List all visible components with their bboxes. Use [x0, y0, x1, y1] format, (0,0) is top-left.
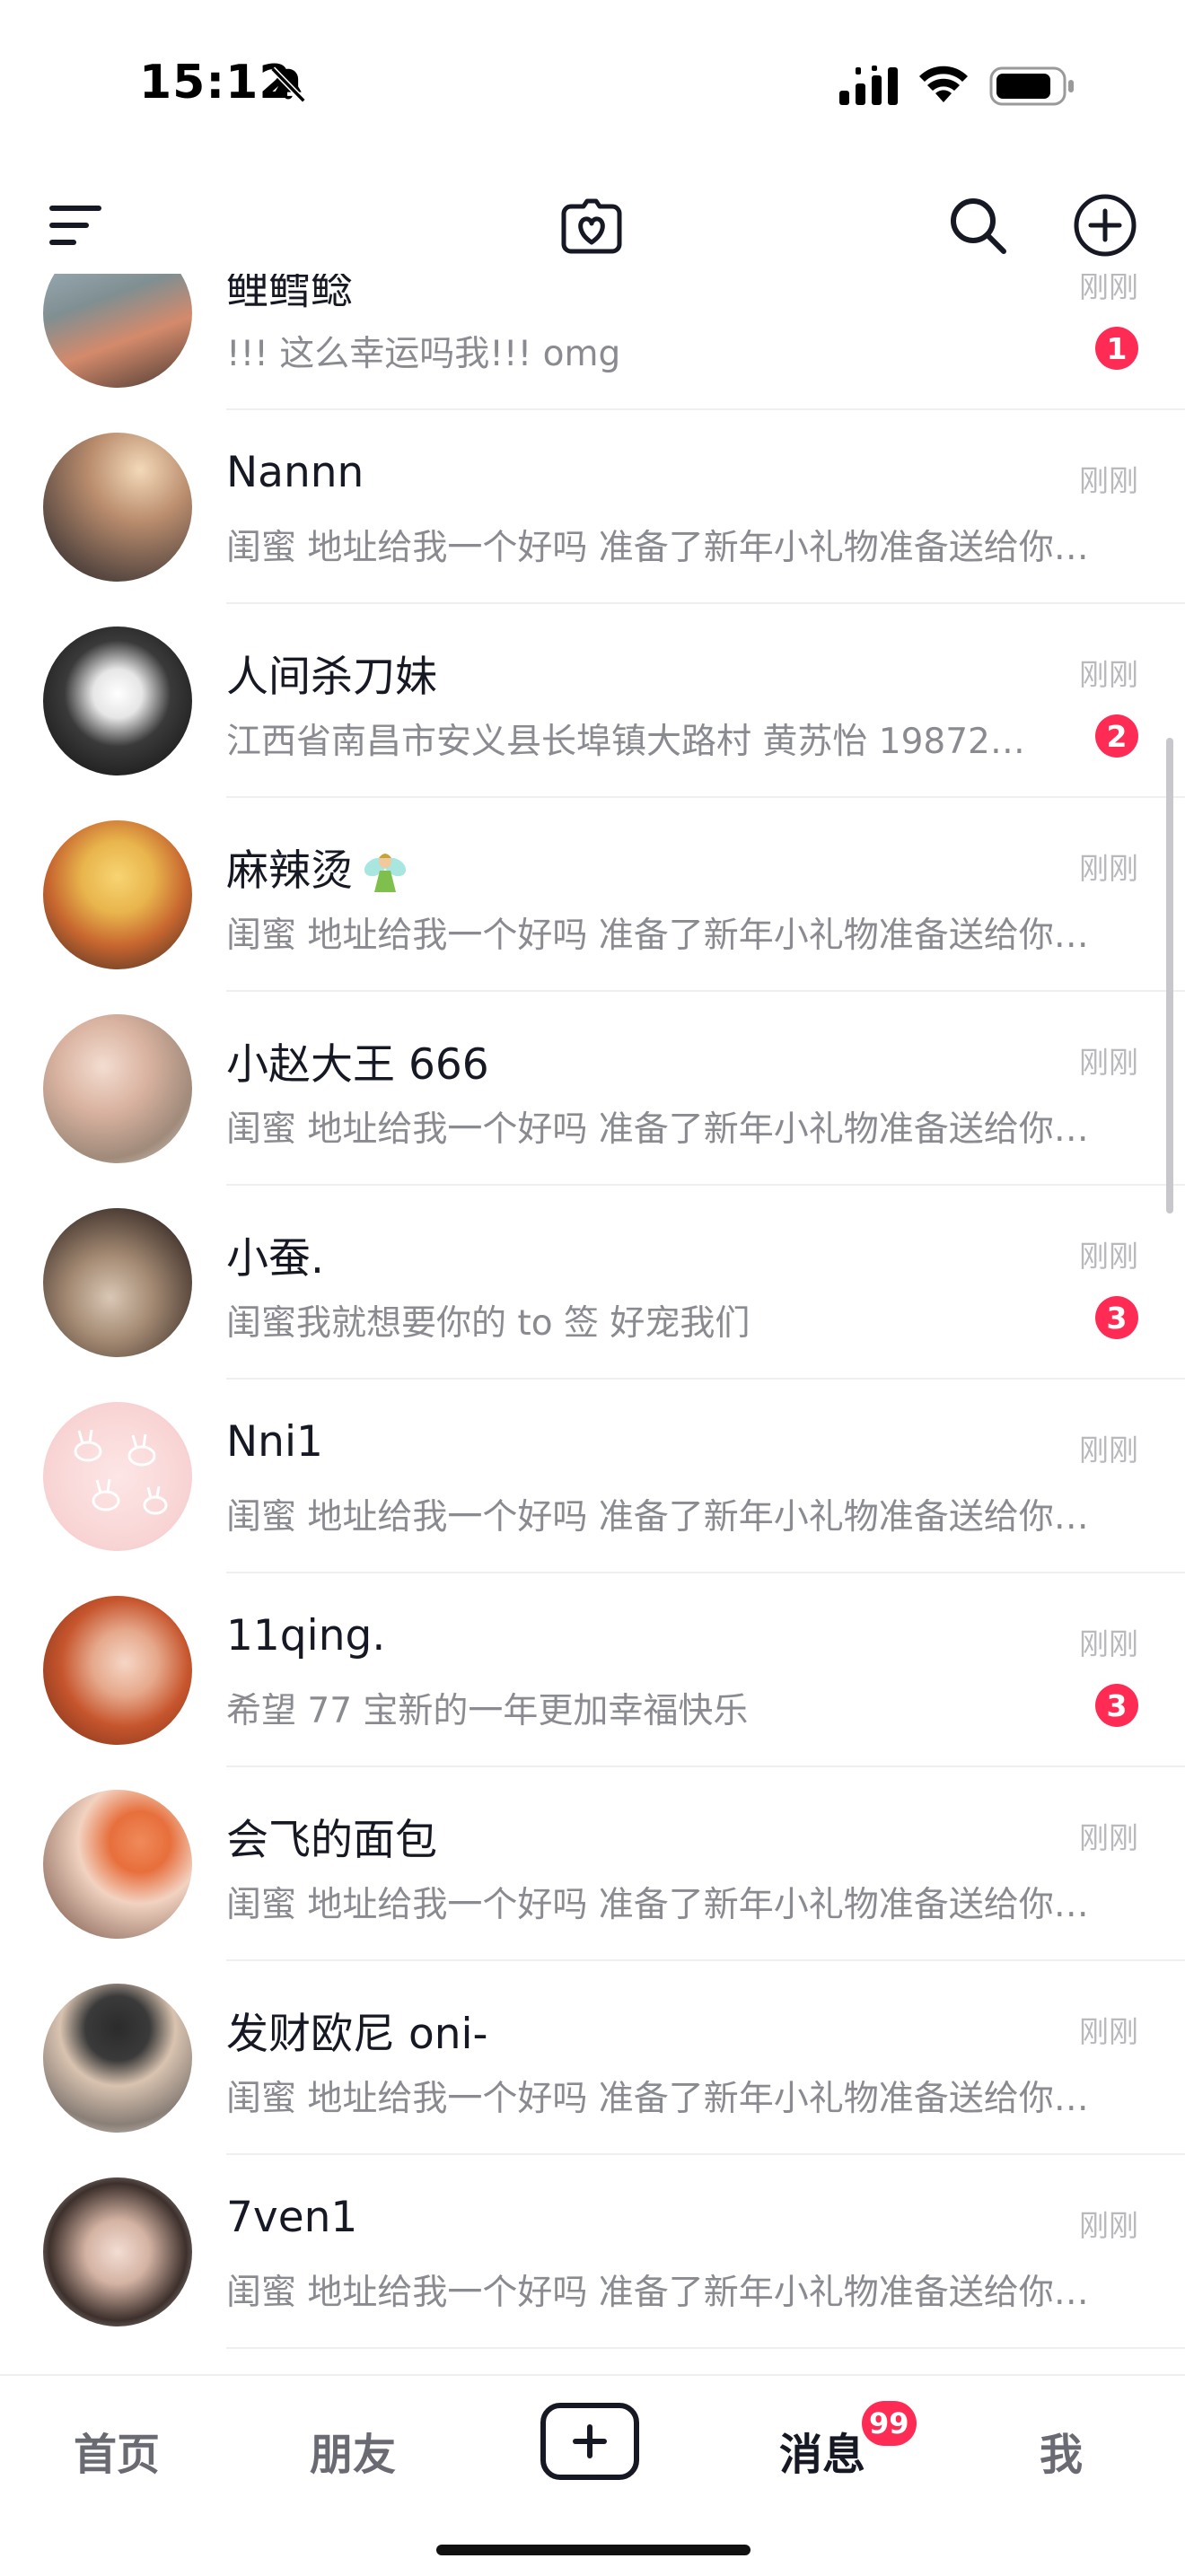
- tab-me[interactable]: 我: [1040, 2419, 1083, 2482]
- heart-frame-icon: [561, 198, 622, 254]
- chat-row[interactable]: 鲤鳕鲶 刚刚 !!! 这么幸运吗我!!! omg 1: [0, 274, 1185, 410]
- message-preview: 希望 77 宝新的一年更加幸福快乐: [226, 1691, 749, 1731]
- chat-row[interactable]: 7ven1 刚刚 闺蜜 地址给我一个好吗 准备了新年小礼物准备送给你…: [0, 2155, 1185, 2349]
- unread-badge: 1: [1095, 327, 1138, 370]
- contact-name-text: 麻辣烫: [226, 846, 353, 896]
- chat-row[interactable]: 小赵大王 666 刚刚 闺蜜 地址给我一个好吗 准备了新年小礼物准备送给你…: [0, 992, 1185, 1186]
- messages-badge: 99: [862, 2401, 917, 2446]
- search-icon: [951, 198, 1006, 254]
- add-button[interactable]: [1070, 190, 1140, 260]
- create-button[interactable]: [540, 2403, 639, 2480]
- message-preview: 闺蜜 地址给我一个好吗 准备了新年小礼物准备送给你…: [226, 528, 1089, 568]
- avatar[interactable]: [43, 1984, 192, 2133]
- avatar[interactable]: [43, 433, 192, 582]
- battery-icon: [989, 66, 1074, 106]
- message-time: 刚刚: [1079, 274, 1138, 304]
- avatar[interactable]: [43, 820, 192, 969]
- contact-name: 7ven1: [226, 2193, 358, 2242]
- plus-icon: [573, 2424, 607, 2458]
- message-preview: 闺蜜 地址给我一个好吗 准备了新年小礼物准备送给你…: [226, 916, 1089, 956]
- chat-row[interactable]: 麻辣烫 刚刚 闺蜜 地址给我一个好吗 准备了新年小礼物准备送给你…: [0, 798, 1185, 992]
- bunny-pattern-icon: [74, 1429, 168, 1515]
- chat-row[interactable]: 人间杀刀妹 刚刚 江西省南昌市安义县长埠镇大路村 黄苏怡 19872… 2: [0, 604, 1185, 798]
- chat-row[interactable]: Nni1 刚刚 闺蜜 地址给我一个好吗 准备了新年小礼物准备送给你…: [0, 1380, 1185, 1573]
- message-list[interactable]: 鲤鳕鲶 刚刚 !!! 这么幸运吗我!!! omg 1 Nannn 刚刚 闺蜜 地…: [0, 274, 1185, 2374]
- chat-row[interactable]: 11qing. 刚刚 希望 77 宝新的一年更加幸福快乐 3: [0, 1573, 1185, 1767]
- wifi-icon: [919, 66, 968, 102]
- message-time: 刚刚: [1079, 463, 1138, 498]
- message-preview: 闺蜜 地址给我一个好吗 准备了新年小礼物准备送给你…: [226, 2273, 1089, 2313]
- message-time: 刚刚: [1079, 1433, 1138, 1468]
- chat-row[interactable]: 会飞的面包 刚刚 闺蜜 地址给我一个好吗 准备了新年小礼物准备送给你…: [0, 1767, 1185, 1961]
- message-preview: 江西省南昌市安义县长埠镇大路村 黄苏怡 19872…: [226, 722, 1025, 762]
- message-time: 刚刚: [1079, 851, 1138, 886]
- chat-row[interactable]: Nannn 刚刚 闺蜜 地址给我一个好吗 准备了新年小礼物准备送给你…: [0, 410, 1185, 604]
- home-indicator[interactable]: [436, 2545, 750, 2555]
- avatar[interactable]: [43, 626, 192, 775]
- message-preview: 闺蜜 地址给我一个好吗 准备了新年小礼物准备送给你…: [226, 2079, 1089, 2119]
- message-preview: 闺蜜 地址给我一个好吗 准备了新年小礼物准备送给你…: [226, 1885, 1089, 1925]
- scrollbar[interactable]: [1166, 738, 1173, 1214]
- search-button[interactable]: [943, 190, 1013, 260]
- message-time: 刚刚: [1079, 1626, 1138, 1661]
- tab-messages[interactable]: 消息: [779, 2419, 865, 2482]
- contact-name: 鲤鳕鲶: [226, 274, 353, 314]
- menu-icon: [49, 206, 101, 245]
- message-preview: 闺蜜 地址给我一个好吗 准备了新年小礼物准备送给你…: [226, 1109, 1089, 1150]
- chat-row[interactable]: 小蚕. 刚刚 闺蜜我就想要你的 to 签 好宠我们 3: [0, 1186, 1185, 1380]
- bell-off-icon: [270, 66, 306, 103]
- message-preview: !!! 这么幸运吗我!!! omg: [226, 334, 621, 374]
- avatar[interactable]: [43, 2177, 192, 2326]
- contact-name: 麻辣烫: [226, 836, 410, 899]
- unread-badge: 3: [1095, 1296, 1138, 1339]
- tab-friends[interactable]: 朋友: [310, 2419, 396, 2482]
- avatar[interactable]: [43, 1208, 192, 1357]
- message-preview: 闺蜜我就想要你的 to 签 好宠我们: [226, 1303, 750, 1344]
- message-time: 刚刚: [1079, 1045, 1138, 1080]
- fairy-icon: [364, 853, 407, 892]
- favorites-button[interactable]: [557, 190, 627, 260]
- divider: [226, 2347, 1185, 2349]
- avatar[interactable]: [43, 1014, 192, 1163]
- avatar[interactable]: [43, 274, 192, 388]
- message-time: 刚刚: [1079, 2014, 1138, 2049]
- contact-name: 发财欧尼 oni-: [226, 2010, 488, 2059]
- contact-name: 小蚕.: [226, 1234, 324, 1284]
- tab-home[interactable]: 首页: [74, 2419, 160, 2482]
- avatar[interactable]: [43, 1596, 192, 1745]
- menu-button[interactable]: [40, 190, 110, 260]
- message-time: 刚刚: [1079, 1239, 1138, 1274]
- avatar[interactable]: [43, 1402, 192, 1551]
- avatar[interactable]: [43, 1790, 192, 1939]
- contact-name: 小赵大王 666: [226, 1040, 489, 1090]
- message-preview: 闺蜜 地址给我一个好吗 准备了新年小礼物准备送给你…: [226, 1497, 1089, 1538]
- contact-name: 11qing.: [226, 1611, 386, 1660]
- cellular-signal-icon: [839, 66, 898, 105]
- contact-name: 会飞的面包: [226, 1816, 437, 1865]
- contact-name: Nannn: [226, 448, 364, 497]
- chat-row[interactable]: 发财欧尼 oni- 刚刚 闺蜜 地址给我一个好吗 准备了新年小礼物准备送给你…: [0, 1961, 1185, 2155]
- contact-name: Nni1: [226, 1417, 323, 1467]
- message-time: 刚刚: [1079, 1820, 1138, 1855]
- status-bar: 15:12: [0, 0, 1185, 162]
- message-time: 刚刚: [1079, 657, 1138, 692]
- unread-badge: 2: [1095, 714, 1138, 758]
- message-time: 刚刚: [1079, 2208, 1138, 2243]
- contact-name: 人间杀刀妹: [226, 653, 437, 702]
- unread-badge: 3: [1095, 1684, 1138, 1727]
- add-circle-icon: [1074, 194, 1137, 257]
